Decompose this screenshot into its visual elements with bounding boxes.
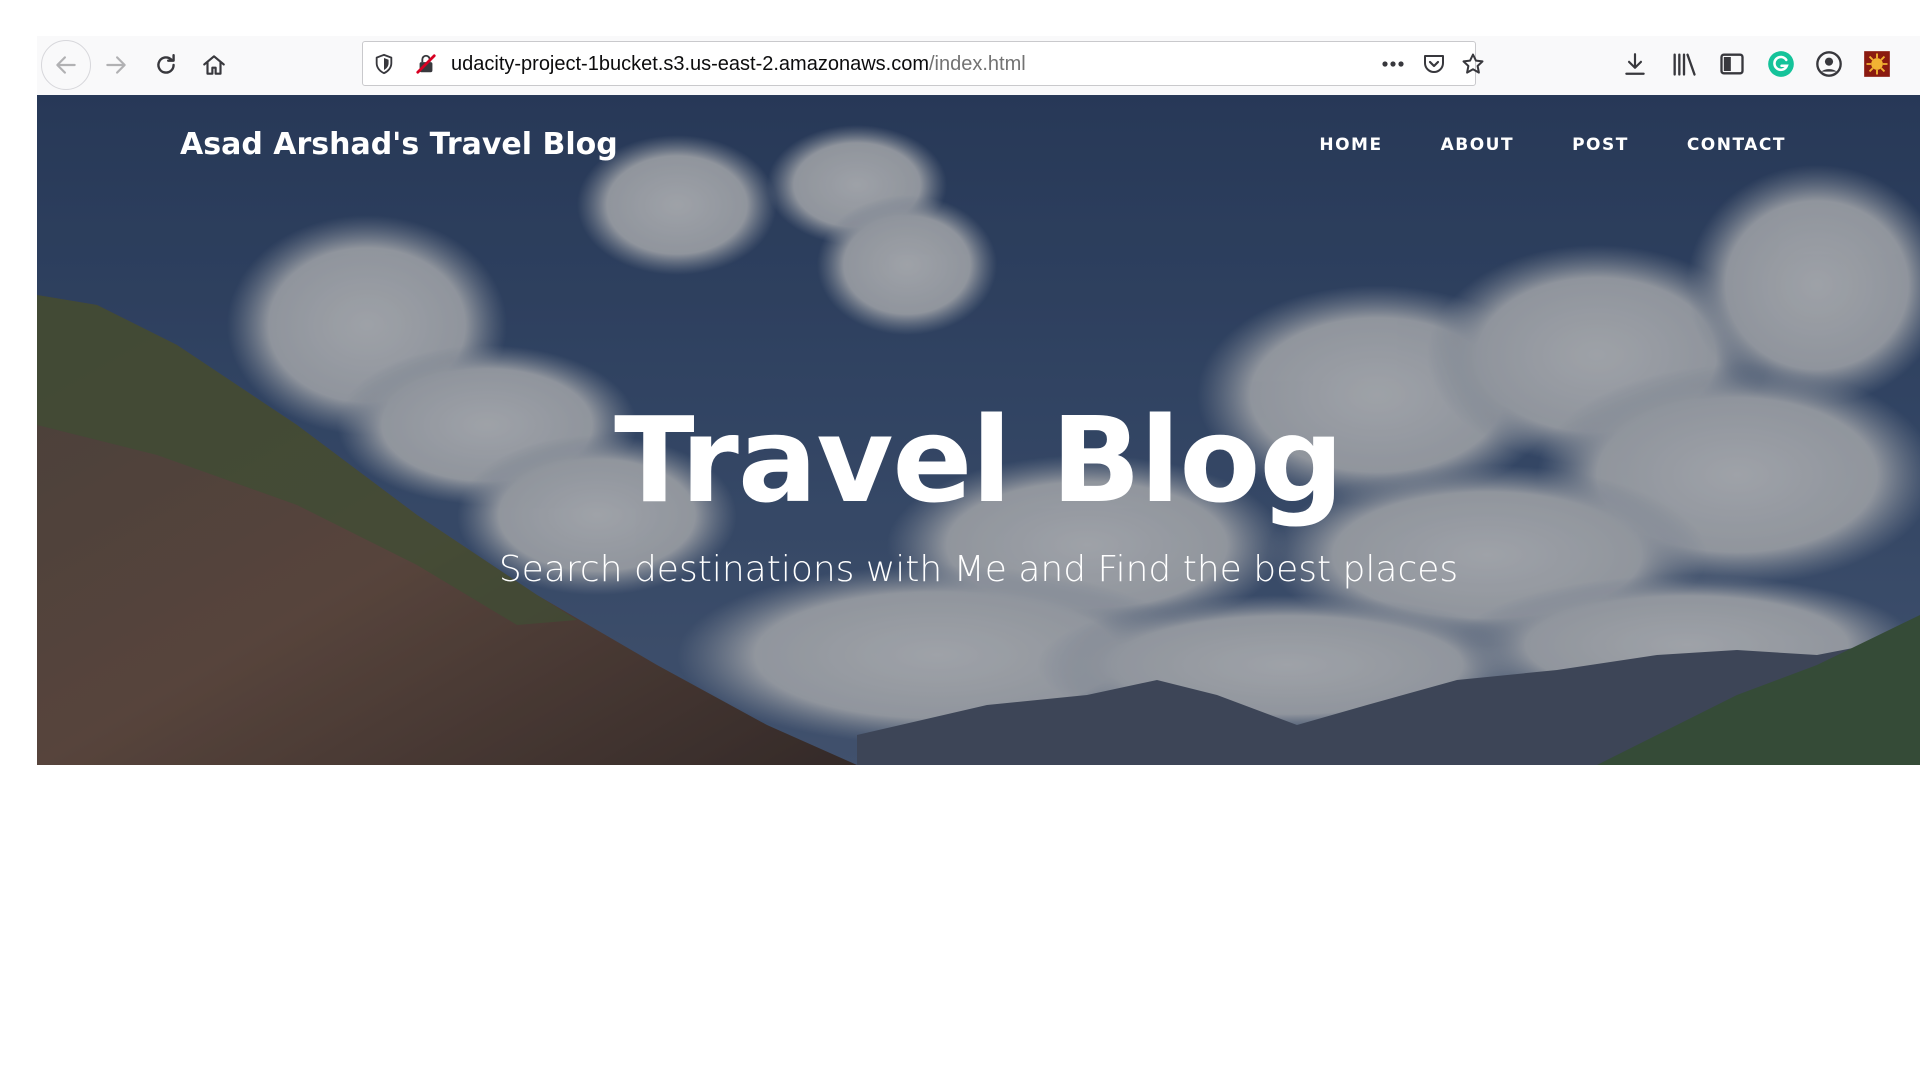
nav-post[interactable]: POST (1572, 133, 1629, 157)
more-actions-icon[interactable] (1380, 54, 1406, 78)
home-icon (203, 55, 225, 75)
tracking-protection-shield-icon[interactable] (373, 53, 395, 79)
grammarly-icon[interactable] (1767, 50, 1795, 82)
url-text[interactable]: udacity-project-1bucket.s3.us-east-2.ama… (451, 51, 1026, 77)
nav-home[interactable]: HOME (1319, 133, 1382, 157)
extension-icon[interactable] (1863, 50, 1891, 82)
site-brand[interactable]: Asad Arshad's Travel Blog (180, 125, 618, 165)
sidebar-icon[interactable] (1718, 50, 1746, 82)
home-button[interactable] (189, 40, 239, 90)
insecure-lock-icon[interactable] (415, 53, 437, 79)
forward-button[interactable] (91, 40, 141, 90)
bookmark-star-icon[interactable] (1460, 52, 1486, 80)
library-icon[interactable] (1670, 50, 1698, 82)
hero-subtitle: Search destinations with Me and Find the… (498, 549, 1459, 590)
browser-toolbar: udacity-project-1bucket.s3.us-east-2.ama… (37, 36, 1920, 95)
forward-arrow-icon (106, 56, 126, 74)
address-bar[interactable]: udacity-project-1bucket.s3.us-east-2.ama… (362, 41, 1484, 86)
url-host: udacity-project-1bucket.s3.us-east-2.ama… (451, 53, 929, 75)
hero-section: Asad Arshad's Travel Blog HOME ABOUT POS… (37, 95, 1920, 765)
back-button[interactable] (41, 40, 91, 90)
account-icon[interactable] (1815, 50, 1843, 82)
reload-icon (157, 54, 175, 74)
reload-button[interactable] (141, 40, 191, 90)
back-arrow-icon (56, 56, 76, 74)
pocket-icon[interactable] (1421, 52, 1447, 80)
url-path: /index.html (929, 53, 1026, 75)
nav-contact[interactable]: CONTACT (1687, 133, 1786, 157)
main-nav: HOME ABOUT POST CONTACT (1261, 133, 1786, 157)
hero-title: Travel Blog (614, 391, 1344, 529)
download-icon[interactable] (1622, 50, 1648, 82)
nav-about[interactable]: ABOUT (1441, 133, 1514, 157)
